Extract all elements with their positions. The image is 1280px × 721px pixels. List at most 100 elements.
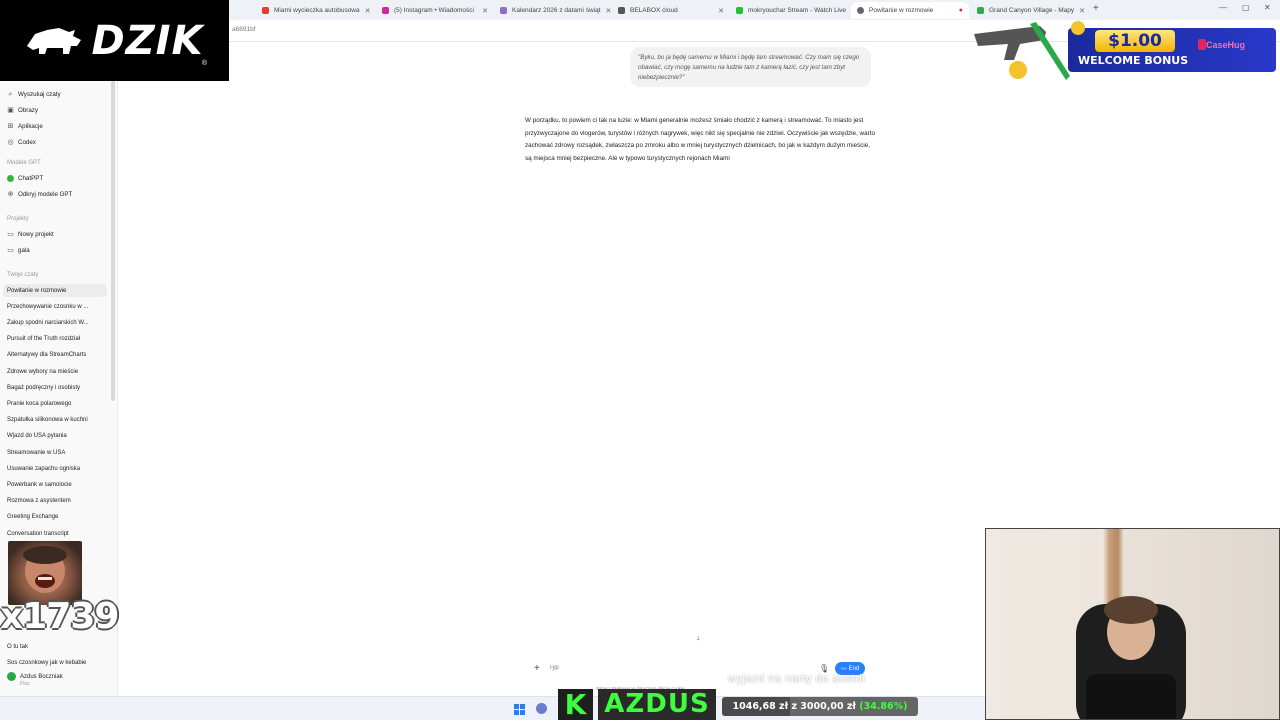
boar-icon <box>27 27 82 54</box>
sidebar-item-label: ChatPPT <box>18 175 44 182</box>
sidebar-item-gala[interactable]: ▭ gala <box>7 247 30 254</box>
chat-item[interactable]: Conversation transcript <box>3 527 107 540</box>
globe-favicon-icon <box>618 7 625 14</box>
explore-icon: ⊕ <box>7 191 14 198</box>
chat-item[interactable]: Bagaż podręczny i osobisty <box>3 381 107 394</box>
tab-belabox[interactable]: BELABOX cloud ✕ <box>612 2 730 19</box>
add-attachment-icon[interactable]: + <box>534 663 540 674</box>
search-icon: ⌕ <box>8 91 13 98</box>
chat-item[interactable]: Sos czosnkowy jak w kebabie <box>3 656 107 669</box>
chat-item[interactable]: Powitanie w rozmowie <box>3 284 107 297</box>
close-tab-icon[interactable]: ✕ <box>718 7 724 15</box>
scroll-down-arrow-icon[interactable]: ↓ <box>693 633 703 643</box>
chat-item[interactable]: O tu tak <box>3 640 107 653</box>
user-name: Azdus Boczniak <box>20 673 63 680</box>
tab-label: Grand Canyon Village - Mapy <box>989 7 1075 14</box>
sidebar-item-images[interactable]: ▣ Obrazy <box>7 107 38 114</box>
chat-item[interactable]: Szpatułka silikonowa w kuchni <box>3 413 107 426</box>
windows-start-icon[interactable] <box>514 704 525 715</box>
tab-instagram[interactable]: (5) Instagram • Wiadomości ✕ <box>376 2 494 19</box>
calendar-favicon-icon <box>500 7 507 14</box>
tab-label: Miami wycieczka autobusowa <box>274 7 360 14</box>
tab-label: Powitanie w rozmowie <box>869 7 934 14</box>
youtube-favicon-icon <box>262 7 269 14</box>
new-tab-button[interactable]: + <box>1093 3 1099 14</box>
codex-icon: ◎ <box>7 139 14 146</box>
instagram-favicon-icon <box>382 7 389 14</box>
chat-item[interactable]: Rozmowa z asystentem <box>3 494 107 507</box>
close-tab-icon[interactable]: ✕ <box>1079 7 1085 15</box>
registered-mark: ® <box>201 60 207 67</box>
sidebar-item-apps[interactable]: ⊞ Aplikacje <box>7 123 43 130</box>
close-tab-icon[interactable]: ✕ <box>365 7 371 15</box>
streamer-person-icon <box>1076 596 1186 719</box>
sidebar-item-codex[interactable]: ◎ Codex <box>7 139 35 146</box>
chats-section-header: Twoje czaty <box>7 272 39 278</box>
goal-current: 1046,68 zł <box>732 701 789 712</box>
goal-percent: (34.86%) <box>859 701 908 712</box>
kick-favicon-icon <box>736 7 743 14</box>
combo-counter: x1739 <box>0 596 119 637</box>
streamer-webcam <box>985 528 1280 720</box>
close-tab-icon[interactable]: ✕ <box>482 7 488 15</box>
apps-icon: ⊞ <box>7 123 14 130</box>
chat-item[interactable]: Alternatywy dla StreamCharts <box>3 348 107 361</box>
sidebar-item-label: Nowy projekt <box>18 231 54 238</box>
microphone-icon[interactable]: 🎙 <box>819 664 829 673</box>
image-icon: ▣ <box>7 107 14 114</box>
sidebar-item-label: Odkryj modele GPT <box>18 191 73 198</box>
chat-item[interactable]: Przechowywanie czosnku w ... <box>3 300 107 313</box>
chat-item[interactable]: Zakup spodni narciarskich W... <box>3 316 107 329</box>
chatgpt-favicon-icon <box>857 7 864 14</box>
tab-miami[interactable]: Miami wycieczka autobusowa ✕ <box>256 2 376 19</box>
maps-favicon-icon <box>977 7 984 14</box>
sidebar-item-search[interactable]: ⌕ Wyszukaj czaty <box>7 91 61 98</box>
tab-label: BELABOX cloud <box>630 7 678 14</box>
chat-item[interactable]: Greeting Exchange <box>3 510 107 523</box>
casehug-logo-icon <box>1198 39 1206 50</box>
tab-maps[interactable]: Grand Canyon Village - Mapy ✕ <box>971 2 1089 19</box>
folder-plus-icon: ▭ <box>7 231 14 238</box>
projects-section-header: Projekty <box>7 216 29 222</box>
goal-text: 1046,68 zł z 3000,00 zł (34.86%) <box>722 697 918 716</box>
close-tab-icon[interactable]: ✕ <box>606 7 612 15</box>
tab-chat-active[interactable]: Powitanie w rozmowie ● <box>851 2 969 19</box>
waveform-icon: 〰 <box>840 667 847 673</box>
url-text[interactable]: a6891bf <box>232 26 256 33</box>
sidebar-item-chatppt[interactable]: ChatPPT <box>7 175 43 182</box>
close-window-button[interactable]: ✕ <box>1264 3 1271 12</box>
minimize-button[interactable]: — <box>1219 3 1227 12</box>
sidebar-item-explore-gpts[interactable]: ⊕ Odkryj modele GPT <box>7 191 73 198</box>
gun-knife-icon <box>974 21 1085 80</box>
chat-item[interactable]: Pranie koca polarowego <box>3 397 107 410</box>
tab-calendar[interactable]: Kalendarz 2026 z datami świąt ✕ <box>494 2 612 19</box>
tab-kick-stream[interactable]: mokryouchar Stream - Watch Live ✕ <box>730 2 850 19</box>
sidebar-item-label: Wyszukaj czaty <box>18 91 61 98</box>
donation-goal-bar: 1046,68 zł z 3000,00 zł (34.86%) <box>722 697 918 716</box>
user-profile-button[interactable]: Azdus Boczniak Plus <box>7 672 63 687</box>
chatppt-icon <box>7 175 14 182</box>
goal-streamer-name: AZDUS <box>598 689 716 720</box>
recording-icon: ● <box>958 7 963 14</box>
user-plan: Plus <box>20 681 30 687</box>
chat-item[interactable]: Zdrowe wybory na mieście <box>3 365 107 378</box>
chat-item[interactable]: Wjazd do USA pytania <box>3 429 107 442</box>
maximize-button[interactable]: ▢ <box>1242 3 1250 12</box>
sidebar-item-label: Obrazy <box>18 107 38 114</box>
avatar <box>7 672 16 681</box>
taskbar-app-icon[interactable] <box>536 703 547 714</box>
chat-item[interactable]: Pursuit of the Truth rozdział <box>3 332 107 345</box>
goal-separator: z <box>791 701 797 712</box>
user-message-bubble: "Byku, bo ja będę samemu w Miami i będę … <box>630 47 871 87</box>
sidebar-item-label: Aplikacje <box>18 123 43 130</box>
casehug-banner: $1.00 WELCOME BONUS CaseHug <box>970 20 1280 90</box>
tab-label: Kalendarz 2026 z datami świąt <box>512 7 601 14</box>
message-input[interactable] <box>549 665 789 671</box>
sidebar-scrollbar[interactable] <box>111 81 115 401</box>
sidebar-item-new-project[interactable]: ▭ Nowy projekt <box>7 231 54 238</box>
chat-item[interactable]: Usuwanie zapachu ogniska <box>3 462 107 475</box>
chat-item[interactable]: Powerbank w samolocie <box>3 478 107 491</box>
folder-icon: ▭ <box>7 247 14 254</box>
chat-item[interactable]: Streamowanie w USA <box>3 446 107 459</box>
goal-target: 3000,00 zł <box>800 701 856 712</box>
